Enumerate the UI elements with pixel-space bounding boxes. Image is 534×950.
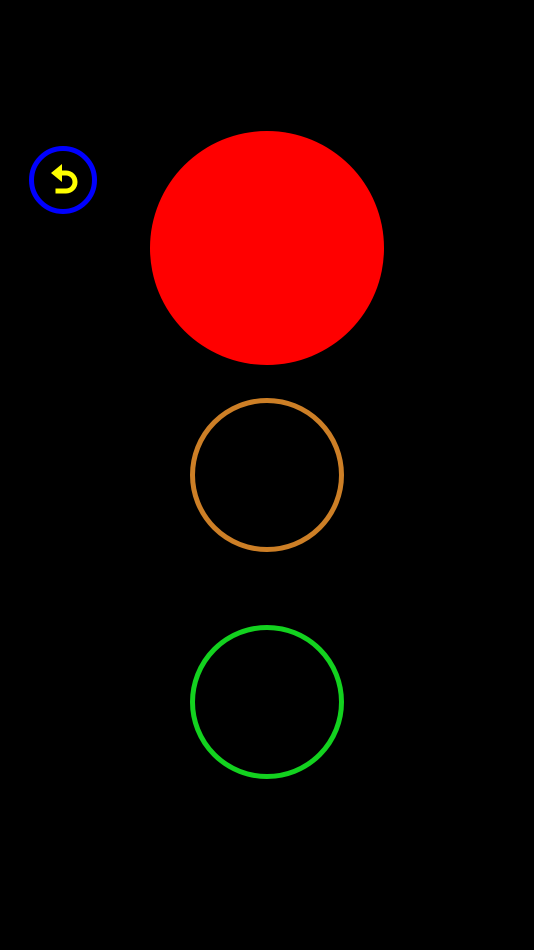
undo-arrow-icon (51, 164, 78, 194)
green-light[interactable] (190, 625, 344, 779)
app-screen (0, 0, 534, 950)
orange-light[interactable] (190, 398, 344, 552)
back-button[interactable] (29, 146, 97, 214)
red-light[interactable] (150, 131, 384, 365)
